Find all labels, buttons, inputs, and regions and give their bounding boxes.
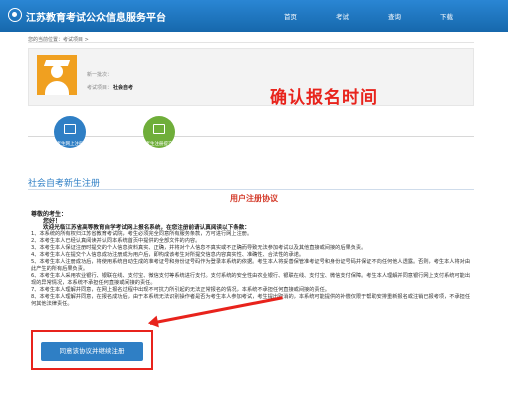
monitor-icon <box>153 124 165 134</box>
top-header-bar: 江苏教育考试公众信息服务平台 首页 考试 查询 下载 <box>0 0 508 32</box>
avatar-head-icon <box>51 65 63 78</box>
section-divider <box>28 189 474 190</box>
clause-4: 4、本考生本人在提交个人信息成功注册成为用户后，即构成该考生对所提交信息内容真实… <box>31 252 305 258</box>
agreement-title: 用户注册协议 <box>230 194 278 203</box>
clause-1: 1、本系统的所有权归江苏省教育考试院，考生必须完全同意所有服务条款，方可进行网上… <box>31 231 253 237</box>
clause-6: 6、本考生本人采用农业银行、银联在线、支付宝、微信支付等系统进行支付。支付系统的… <box>31 273 471 286</box>
profile-exam-label: 考试项目： <box>87 85 113 91</box>
profile-panel: 新一批次： 考试项目： 社会自考 <box>28 48 474 106</box>
site-logo-icon[interactable] <box>8 8 22 22</box>
nav-exam[interactable]: 考试 <box>336 11 349 21</box>
clause-2: 2、本考生本人已经认真阅读并认同本系统首页中提供的全部文件的内容。 <box>31 238 201 244</box>
agreement-body: 1、本系统的所有权归江苏省教育考试院，考生必须完全同意所有服务条款，方可进行网上… <box>31 231 471 308</box>
clause-5: 5、本考生本人注册成功后，将使用系统自动生成的准考证号和身份证号码作为登录本系统… <box>31 259 471 272</box>
welcome-text: 欢迎光临江苏省高等教育自学考试网上报名系统，在您注册前请认真阅读以下条款： <box>43 225 250 231</box>
nav-query[interactable]: 查询 <box>388 11 401 21</box>
step-2-label: 考生注册提交 <box>145 142 173 147</box>
breadcrumb-divider <box>28 42 474 43</box>
steps-divider <box>28 136 474 137</box>
agree-continue-button[interactable]: 同意该协议并继续注册 <box>41 342 143 361</box>
step-1-label: 考生网上注册 <box>56 142 84 147</box>
site-title[interactable]: 江苏教育考试公众信息服务平台 <box>26 9 166 24</box>
clause-8: 8、本考生本人理解并同意，在报名成功后，由于本系统无法识别操作者是否为考生本人参… <box>31 294 471 307</box>
profile-exam-value: 社会自考 <box>113 85 134 91</box>
clause-3: 3、本考生本人保证注册时提交的个人信息资料真实、正确，并将对个人信息不真实或不正… <box>31 245 367 251</box>
clause-7: 7、本考生本人理解并同意，在网上报名过程中出现不可抗力所引起的无法正常报名的情况… <box>31 287 330 293</box>
nav-download[interactable]: 下载 <box>440 11 453 21</box>
nav-home[interactable]: 首页 <box>284 11 297 21</box>
annotation-confirm-time: 确认报名时间 <box>270 88 378 108</box>
avatar-body-icon <box>45 81 69 95</box>
section-title: 社会自考新生注册 <box>28 179 101 189</box>
monitor-icon <box>64 124 76 134</box>
avatar <box>37 55 77 95</box>
profile-line2-label: 新一批次： <box>87 72 113 78</box>
